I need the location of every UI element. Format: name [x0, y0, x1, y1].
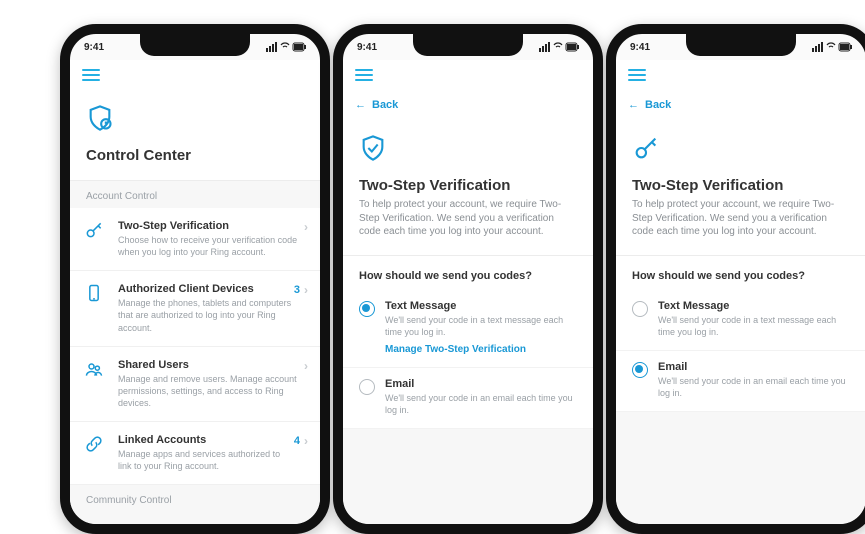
arrow-left-icon: ←: [628, 99, 639, 111]
page-subtitle: To help protect your account, we require…: [359, 198, 577, 239]
row-authorized-devices[interactable]: Authorized Client Devices Manage the pho…: [70, 271, 320, 346]
option-title: Text Message: [658, 300, 850, 312]
row-desc: Manage and remove users. Manage account …: [118, 373, 300, 409]
device-notch: [686, 34, 796, 56]
option-desc: We'll send your code in an email each ti…: [658, 375, 850, 399]
device-notch: [413, 34, 523, 56]
status-indicators: [539, 42, 579, 53]
status-indicators: [266, 42, 306, 53]
page-title: Two-Step Verification: [359, 177, 577, 194]
menu-icon[interactable]: [628, 69, 646, 81]
codes-question: How should we send you codes?: [343, 256, 593, 290]
menu-icon[interactable]: [82, 69, 100, 81]
option-desc: We'll send your code in a text message e…: [658, 314, 850, 338]
shield-check-icon: [359, 134, 577, 167]
codes-question: How should we send you codes?: [616, 256, 865, 290]
status-time: 9:41: [630, 42, 650, 53]
row-title: Authorized Client Devices: [118, 283, 294, 295]
chevron-right-icon: ›: [304, 434, 308, 448]
row-desc: Manage apps and services authorized to l…: [118, 448, 294, 472]
option-email[interactable]: Email We'll send your code in an email e…: [343, 368, 593, 429]
back-button[interactable]: ← Back: [616, 90, 865, 120]
top-bar: [70, 60, 320, 90]
phone-tsv-text: 9:41 ← Back Two-Step Verification To hel…: [333, 24, 603, 534]
page-title: Two-Step Verification: [632, 177, 850, 194]
row-title: Linked Accounts: [118, 434, 294, 446]
row-two-step-verification[interactable]: Two-Step Verification Choose how to rece…: [70, 208, 320, 271]
chevron-right-icon: ›: [304, 359, 308, 373]
section-community-control: Community Control: [70, 485, 320, 512]
row-count: 3: [294, 284, 300, 296]
phone-control-center: 9:41 Control Center Account Control Two-…: [60, 24, 330, 534]
status-time: 9:41: [84, 42, 104, 53]
key-icon: [84, 220, 108, 245]
row-title: Shared Users: [118, 359, 300, 371]
device-notch: [140, 34, 250, 56]
option-text-message[interactable]: Text Message We'll send your code in a t…: [343, 290, 593, 368]
device-icon: [84, 283, 108, 308]
option-title: Email: [385, 378, 577, 390]
screen: Control Center Account Control Two-Step …: [70, 60, 320, 524]
radio-unselected-icon: [632, 301, 648, 317]
radio-selected-icon: [632, 362, 648, 378]
page-title: Control Center: [86, 147, 304, 164]
manage-tsv-link[interactable]: Manage Two-Step Verification: [385, 344, 577, 355]
row-linked-accounts[interactable]: Linked Accounts Manage apps and services…: [70, 422, 320, 485]
option-email[interactable]: Email We'll send your code in an email e…: [616, 351, 865, 412]
option-text-message[interactable]: Text Message We'll send your code in a t…: [616, 290, 865, 351]
header-card: Control Center: [70, 90, 320, 181]
key-icon: [632, 134, 850, 167]
top-bar: [343, 60, 593, 90]
row-title: Two-Step Verification: [118, 220, 300, 232]
row-desc: Manage the phones, tablets and computers…: [118, 297, 294, 333]
users-icon: [84, 359, 108, 384]
header-card: Two-Step Verification To help protect yo…: [343, 120, 593, 256]
back-label: Back: [372, 99, 398, 111]
shield-user-icon: [86, 104, 304, 137]
row-shared-users[interactable]: Shared Users Manage and remove users. Ma…: [70, 347, 320, 422]
top-bar: [616, 60, 865, 90]
section-account-control: Account Control: [70, 181, 320, 208]
screen: ← Back Two-Step Verification To help pro…: [343, 60, 593, 524]
chevron-right-icon: ›: [304, 283, 308, 297]
option-title: Email: [658, 361, 850, 373]
option-desc: We'll send your code in a text message e…: [385, 314, 577, 338]
menu-icon[interactable]: [355, 69, 373, 81]
status-indicators: [812, 42, 852, 53]
option-title: Text Message: [385, 300, 577, 312]
row-desc: Choose how to receive your verification …: [118, 234, 300, 258]
back-label: Back: [645, 99, 671, 111]
radio-unselected-icon: [359, 379, 375, 395]
header-card: Two-Step Verification To help protect yo…: [616, 120, 865, 256]
row-count: 4: [294, 435, 300, 447]
option-desc: We'll send your code in an email each ti…: [385, 392, 577, 416]
arrow-left-icon: ←: [355, 99, 366, 111]
back-button[interactable]: ← Back: [343, 90, 593, 120]
chevron-right-icon: ›: [304, 220, 308, 234]
radio-selected-icon: [359, 301, 375, 317]
status-time: 9:41: [357, 42, 377, 53]
link-icon: [84, 434, 108, 459]
phone-tsv-email: 9:41 ← Back Two-Step Verification To hel…: [606, 24, 865, 534]
page-subtitle: To help protect your account, we require…: [632, 198, 850, 239]
screen: ← Back Two-Step Verification To help pro…: [616, 60, 865, 524]
